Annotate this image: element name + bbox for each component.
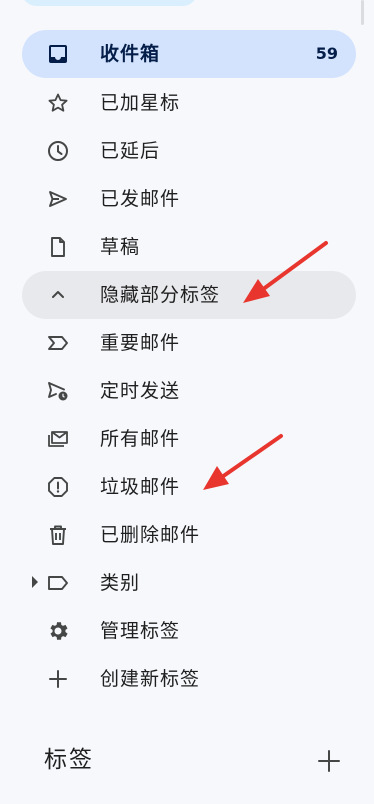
nav-item-snoozed[interactable]: 已延后 (22, 127, 356, 175)
nav-label: 收件箱 (100, 43, 161, 65)
nav-item-scheduled[interactable]: 定时发送 (22, 367, 356, 415)
nav-item-all-mail[interactable]: 所有邮件 (22, 415, 356, 463)
plus-icon[interactable] (316, 748, 342, 774)
nav-item-drafts[interactable]: 草稿 (22, 223, 356, 271)
nav-label: 定时发送 (100, 380, 181, 402)
scheduled-send-icon (46, 379, 70, 403)
nav-item-inbox[interactable]: 收件箱 59 (22, 30, 356, 78)
nav-label: 隐藏部分标签 (100, 284, 221, 306)
nav-label: 创建新标签 (100, 668, 201, 690)
scrollbar[interactable] (361, 0, 364, 25)
inbox-icon (46, 42, 70, 66)
nav-label: 已删除邮件 (100, 524, 201, 546)
send-icon (46, 187, 70, 211)
all-mail-icon (46, 427, 70, 451)
nav-label: 所有邮件 (100, 428, 181, 450)
nav-item-spam[interactable]: 垃圾邮件 (22, 463, 356, 511)
trash-icon (46, 523, 70, 547)
nav-item-categories[interactable]: 类别 (22, 559, 356, 607)
nav-label: 类别 (100, 572, 141, 594)
star-icon (46, 91, 70, 115)
nav-item-important[interactable]: 重要邮件 (22, 319, 356, 367)
expand-arrow-icon[interactable] (32, 576, 38, 588)
gear-icon (46, 619, 70, 643)
nav-item-sent[interactable]: 已发邮件 (22, 175, 356, 223)
nav-label: 垃圾邮件 (100, 476, 181, 498)
nav-label: 重要邮件 (100, 332, 181, 354)
nav-label: 已加星标 (100, 92, 181, 114)
plus-icon (46, 667, 70, 691)
nav-item-trash[interactable]: 已删除邮件 (22, 511, 356, 559)
nav-item-create-label[interactable]: 创建新标签 (22, 655, 356, 703)
clock-icon (46, 139, 70, 163)
chevron-up-icon (46, 283, 70, 307)
labels-section-title: 标签 (44, 747, 94, 773)
nav-label: 管理标签 (100, 620, 181, 642)
nav-item-starred[interactable]: 已加星标 (22, 79, 356, 127)
draft-icon (46, 235, 70, 259)
spam-icon (46, 475, 70, 499)
nav-label: 已延后 (100, 140, 161, 162)
unread-count: 59 (315, 44, 338, 63)
nav-item-manage-labels[interactable]: 管理标签 (22, 607, 356, 655)
nav-label: 已发邮件 (100, 188, 181, 210)
important-icon (46, 331, 70, 355)
label-icon (46, 571, 70, 595)
nav-item-show-less[interactable]: 隐藏部分标签 (22, 271, 356, 319)
compose-button-edge[interactable] (22, 0, 197, 6)
nav-label: 草稿 (100, 236, 141, 258)
